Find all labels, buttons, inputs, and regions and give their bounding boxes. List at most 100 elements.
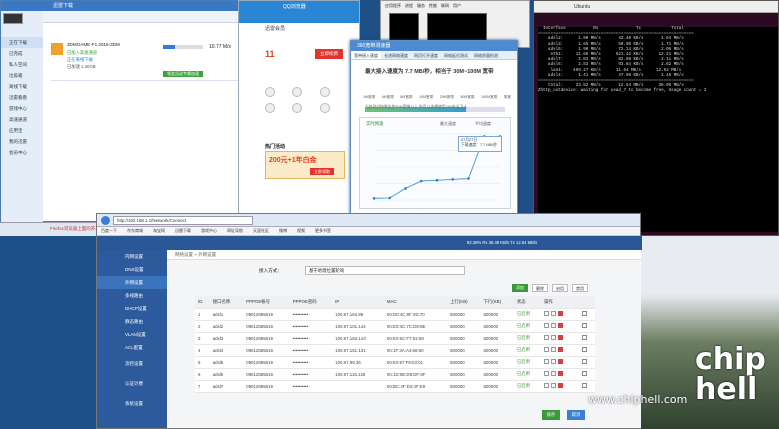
sidebar-item[interactable]: 我的迅雷 [1,136,43,147]
tab-network[interactable]: 联网 [441,3,449,9]
sidebar-item[interactable]: 离线下载 [1,81,43,92]
table-row[interactable]: 3 adsl3 09012685619 •••••••••• 100.67.183.14… [195,332,595,345]
bookmark-item[interactable]: 淘宝网 [153,228,165,234]
claim-button[interactable]: 立即领取 [310,168,334,175]
tab-processes[interactable]: 进程 [405,3,413,9]
toggle-icon[interactable] [551,383,557,388]
accel-button[interactable]: 领会员送专属加速 [163,71,203,77]
speed-title-bar[interactable]: 360宽带测速器 [351,41,517,51]
sidebar-item[interactable]: 私人空间 [1,59,43,70]
tab-access-speed[interactable]: 宽带接入速度 [351,51,381,59]
sidebar-item[interactable]: 正在下载 [1,37,43,48]
privilege-icon[interactable] [265,87,275,97]
row-checkbox[interactable] [582,335,588,340]
save-button[interactable]: 保存 [542,410,560,420]
sidebar-item[interactable]: 迅雷看看 [1,92,43,103]
delete-icon[interactable] [558,383,564,388]
toggle-icon[interactable] [551,335,557,340]
edit-icon[interactable] [544,335,550,340]
table-row[interactable]: 1 adsl1 09012685619 •••••••••• 100.67.164.89… [195,308,595,321]
back-icon[interactable] [101,216,110,225]
edit-icon[interactable] [544,311,550,316]
tab-long-distance[interactable]: 长途网络速度 [381,51,411,59]
renew-button[interactable]: 立即续费 [315,49,343,59]
enable-button[interactable]: 启用 [552,284,568,292]
nav-item[interactable]: 认证计费 [97,374,167,394]
tab-apps[interactable]: 应用程序 [385,3,401,9]
cancel-button[interactable]: 取消 [567,410,585,420]
disable-button[interactable]: 禁用 [572,284,588,292]
download-task-row[interactable]: 3DMGAME-F1.2015-3DM 已加入高速通道 正在离线下载 已加速 1… [51,41,266,81]
game-icon[interactable] [292,103,303,113]
add-button[interactable]: 添加 [512,284,528,292]
select-all-checkbox[interactable] [579,296,595,309]
download-title-bar[interactable]: 迅雷下载 [1,1,269,11]
sidebar-item[interactable]: 应用宝 [1,125,43,136]
bookmark-item[interactable]: 百度一下 [101,228,117,234]
edit-icon[interactable] [544,383,550,388]
bookmark-item[interactable]: 游戏中心 [201,228,217,234]
table-row[interactable]: 5 adsl5 09012685619 •••••••••• 100.67.99.36 0… [195,356,595,369]
app-icon[interactable] [319,103,330,113]
toggle-icon[interactable] [551,311,557,316]
sidebar-item[interactable]: 高速通道 [1,114,43,125]
bookmark-item[interactable]: 网址导航 [227,228,243,234]
tab-performance[interactable]: 性能 [429,3,437,9]
tab-quality[interactable]: 网络质量检测 [471,51,501,59]
nav-item[interactable]: DHCP设置 [97,302,167,315]
mode-select[interactable]: 基于地理位置轮询 [305,266,465,275]
bookmark-item[interactable]: 天涯社区 [253,228,269,234]
cloud-icon[interactable] [319,87,330,97]
nav-item[interactable]: 多线路由 [97,289,167,302]
row-checkbox[interactable] [582,359,588,364]
edit-icon[interactable] [544,347,550,352]
url-input[interactable]: http://192.168.1.1/Network/Connect [113,216,253,225]
sidebar-item[interactable]: 会员中心 [1,147,43,158]
toggle-icon[interactable] [551,371,557,376]
bookmark-item[interactable]: 迅雷下载 [175,228,191,234]
nav-item[interactable]: ACL配置 [97,341,167,354]
nav-item[interactable]: DNS设置 [97,263,167,276]
table-row[interactable]: 2 adsl2 09012685619 •••••••••• 100.67.101.14… [195,320,595,333]
delete-icon[interactable] [558,323,564,328]
nav-item[interactable]: 内网设置 [97,250,167,263]
bookmark-item[interactable]: 京东商城 [127,228,143,234]
qq-title-bar[interactable]: QQ浏览器 [239,1,359,23]
toggle-icon[interactable] [551,347,557,352]
table-row[interactable]: 6 adsl6 09012685619 •••••••••• 100.67.115.12… [195,368,595,381]
nav-item[interactable]: 外网设置 [97,276,167,289]
video-icon[interactable] [292,87,303,97]
disk-icon[interactable] [265,103,275,113]
toggle-icon[interactable] [551,323,557,328]
row-checkbox[interactable] [582,311,588,316]
tab-users[interactable]: 用户 [453,3,461,9]
nav-item[interactable]: 静态路由 [97,315,167,328]
delete-icon[interactable] [558,311,564,316]
delete-icon[interactable] [558,359,564,364]
row-checkbox[interactable] [582,371,588,376]
sidebar-item[interactable]: 已完成 [1,48,43,59]
table-row[interactable]: 7 adsl7 09012685619 •••••••••• 00:BC:4F:D3:4… [195,380,595,393]
bookmark-item[interactable]: 更多书签 [315,228,331,234]
row-checkbox[interactable] [582,323,588,328]
terminal-title-bar[interactable]: Ubuntu [534,1,778,13]
terminal-output[interactable]: Interface Rx Tx Total ===================… [538,27,778,232]
edit-icon[interactable] [544,323,550,328]
bookmark-item[interactable]: 视频 [297,228,305,234]
row-checkbox[interactable] [582,383,588,388]
edit-icon[interactable] [544,359,550,364]
delete-icon[interactable] [558,347,564,352]
tab-page-speed[interactable]: 网页打开速度 [411,51,441,59]
delete-icon[interactable] [558,371,564,376]
delete-button[interactable]: 删除 [532,284,548,292]
row-checkbox[interactable] [582,347,588,352]
table-row[interactable]: 4 adsl4 09012685619 •••••••••• 100.67.151.13… [195,344,595,357]
bookmark-item[interactable]: 微博 [279,228,287,234]
sidebar-item[interactable]: 游戏中心 [1,103,43,114]
promo-banner[interactable]: 200元+1年白金 立即领取 [265,151,345,179]
edit-icon[interactable] [544,371,550,376]
avatar[interactable] [3,13,23,24]
toggle-icon[interactable] [551,359,557,364]
tab-services[interactable]: 服务 [417,3,425,9]
sidebar-item[interactable]: 垃圾箱 [1,70,43,81]
